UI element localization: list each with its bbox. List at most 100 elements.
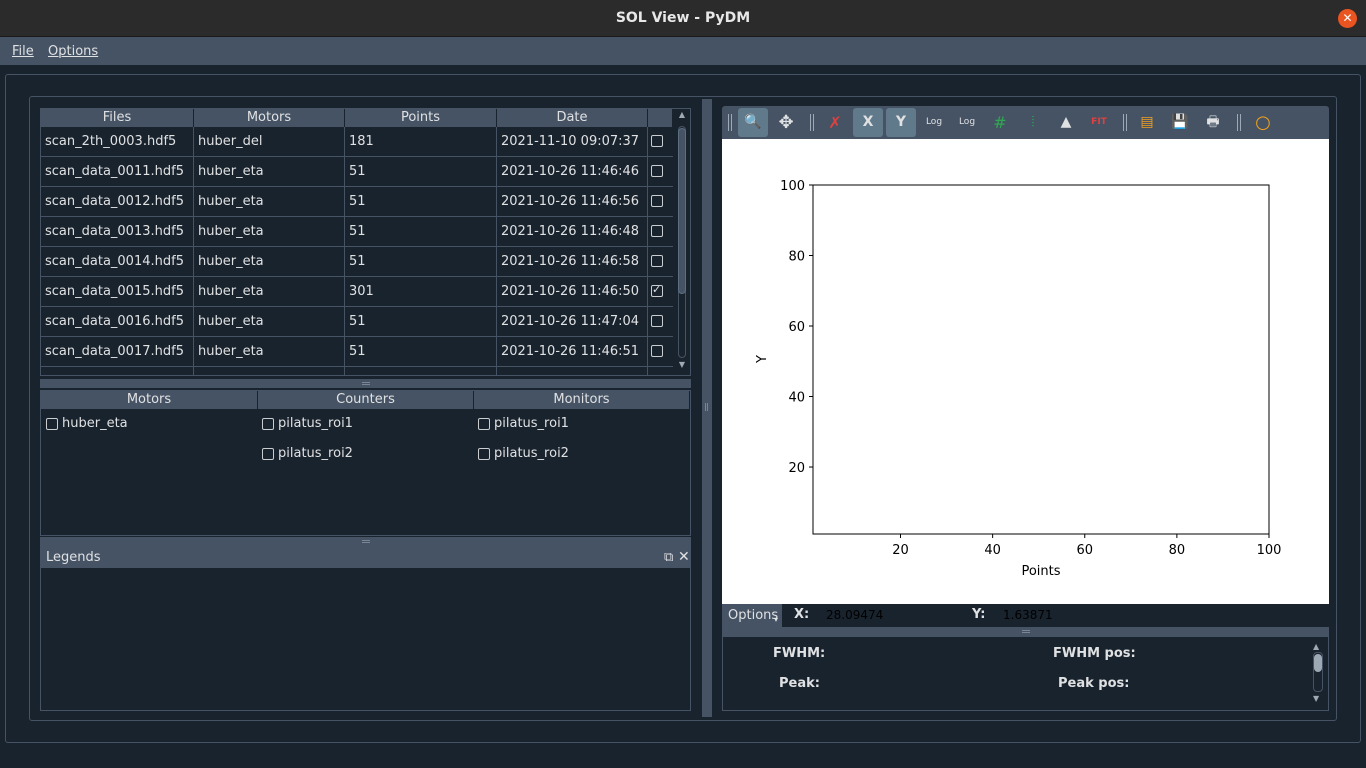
zoom-icon[interactable]: 🔍 (738, 108, 768, 137)
table-row[interactable]: scan_data_0017.hdf5 huber_eta 51 2021-10… (41, 337, 673, 367)
splitter-handle[interactable] (40, 537, 691, 546)
table-row[interactable]: scan_2th_0003.hdf5 huber_del 181 2021-11… (41, 127, 673, 157)
fit-scrollbar[interactable]: ▲ ▼ (1312, 642, 1324, 704)
motor-cell: huber_del (194, 127, 345, 157)
float-icon[interactable]: ⧉ (664, 547, 673, 568)
x-autoscale-icon[interactable]: X (853, 108, 883, 137)
y-tick-label: 60 (788, 320, 805, 335)
date-cell: 2021-10-26 11:46:56 (497, 187, 648, 217)
menu-bar: File Options (0, 37, 1366, 65)
splitter-handle[interactable] (722, 627, 1329, 636)
legends-dock: Legends ⧉ ✕ (40, 546, 691, 711)
points-cell: 51 (345, 217, 497, 247)
file-cell (41, 367, 194, 375)
fit-icon[interactable]: FIT (1084, 108, 1114, 137)
y-tick-label: 20 (788, 461, 805, 476)
column-header-counters[interactable]: Counters (258, 391, 474, 409)
column-header-select[interactable] (648, 109, 673, 127)
points-cell: 51 (345, 247, 497, 277)
status-bar: Options ▾ X: 28.09474 Y: 1.63871 (722, 604, 1329, 627)
row-checkbox[interactable] (651, 225, 663, 237)
scroll-up-icon[interactable]: ▲ (1313, 642, 1319, 651)
x-log-icon[interactable]: Log (919, 108, 949, 137)
files-scrollbar[interactable]: ▲ ▼ (675, 108, 689, 374)
motor-cell: huber_eta (194, 217, 345, 247)
column-header-date[interactable]: Date (497, 109, 648, 127)
y-log-icon[interactable]: Log (952, 108, 982, 137)
y-autoscale-icon[interactable]: Y (886, 108, 916, 137)
curve-style-icon[interactable]: ⦙ (1018, 108, 1048, 137)
row-checkbox[interactable] (651, 315, 663, 327)
plot-frame (812, 184, 1270, 535)
scroll-handle[interactable] (678, 128, 686, 294)
copy-icon[interactable]: ▤ (1132, 108, 1162, 137)
main-splitter[interactable] (702, 99, 712, 717)
close-icon[interactable]: ✕ (1338, 9, 1357, 28)
gaussian-icon[interactable]: ▲ (1051, 108, 1081, 137)
motor-cell: huber_eta (194, 277, 345, 307)
scroll-handle[interactable] (1314, 654, 1322, 672)
options-button[interactable]: Options ▾ (722, 604, 782, 627)
row-checkbox[interactable] (651, 165, 663, 177)
toolbar-separator (810, 114, 814, 131)
y-tick-label: 80 (788, 250, 805, 265)
y-coord-value: 1.63871 (1003, 606, 1133, 624)
menu-file[interactable]: File (12, 44, 34, 59)
plot-toolbar: 🔍 ✥ ✗ X Y Log Log # ⦙ ▲ FIT ▤ 💾 🖶 ○ (722, 106, 1329, 139)
print-icon[interactable]: 🖶 (1198, 108, 1228, 137)
close-icon[interactable]: ✕ (678, 547, 690, 568)
scroll-up-icon[interactable]: ▲ (677, 110, 687, 119)
column-header-files[interactable]: Files (41, 109, 194, 127)
points-cell: 51 (345, 307, 497, 337)
x-tick-label: 60 (1076, 543, 1093, 558)
column-header-motors[interactable]: Motors (194, 109, 345, 127)
scroll-down-icon[interactable]: ▼ (677, 360, 687, 369)
row-checkbox[interactable] (651, 135, 663, 147)
reset-zoom-icon[interactable]: ✗ (820, 108, 850, 137)
row-checkbox[interactable] (651, 345, 663, 357)
x-tick-label: 40 (984, 543, 1001, 558)
counter-label: pilatus_roi1 (278, 416, 353, 431)
counter-checkbox[interactable] (262, 418, 274, 430)
pan-icon[interactable]: ✥ (771, 108, 801, 137)
table-row[interactable]: scan_data_0016.hdf5 huber_eta 51 2021-10… (41, 307, 673, 337)
roi-icon[interactable]: ○ (1248, 108, 1278, 137)
date-cell: 2021-10-26 11:46:46 (497, 157, 648, 187)
row-checkbox[interactable] (651, 255, 663, 267)
column-header-motors[interactable]: Motors (41, 391, 258, 409)
table-row[interactable]: scan_data_0014.hdf5 huber_eta 51 2021-10… (41, 247, 673, 277)
date-cell: 2021-10-26 11:47:04 (497, 307, 648, 337)
file-cell: scan_data_0012.hdf5 (41, 187, 194, 217)
points-cell: 51 (345, 187, 497, 217)
menu-options[interactable]: Options (48, 44, 98, 59)
date-cell: 2021-11-10 09:07:37 (497, 127, 648, 157)
column-header-points[interactable]: Points (345, 109, 497, 127)
table-row[interactable]: scan_data_0012.hdf5 huber_eta 51 2021-10… (41, 187, 673, 217)
motor-cell (194, 367, 345, 375)
scroll-down-icon[interactable]: ▼ (1313, 694, 1319, 703)
plot-area[interactable]: 20 40 60 80 100 20 40 60 80 100 Points Y (722, 139, 1329, 604)
motor-label: huber_eta (62, 416, 128, 431)
monitor-checkbox[interactable] (478, 448, 490, 460)
table-row[interactable]: scan_data_0015.hdf5 huber_eta 301 2021-1… (41, 277, 673, 307)
points-cell: 51 (345, 337, 497, 367)
plot-canvas[interactable]: 20 40 60 80 100 20 40 60 80 100 Points Y (722, 139, 1329, 604)
monitor-label: pilatus_roi1 (494, 416, 569, 431)
title-bar: SOL View - PyDM ✕ (0, 0, 1366, 37)
row-checkbox-checked[interactable] (651, 283, 663, 297)
grid-icon[interactable]: # (985, 108, 1015, 137)
signals-table: Motors Counters Monitors huber_eta pilat… (40, 390, 691, 536)
monitor-checkbox[interactable] (478, 418, 490, 430)
counter-checkbox[interactable] (262, 448, 274, 460)
peak-pos-label: Peak pos: (1058, 676, 1130, 691)
splitter-handle[interactable] (40, 379, 691, 388)
file-cell: scan_data_0017.hdf5 (41, 337, 194, 367)
table-row[interactable]: scan_data_0013.hdf5 huber_eta 51 2021-10… (41, 217, 673, 247)
motor-cell: huber_eta (194, 157, 345, 187)
row-checkbox[interactable] (651, 195, 663, 207)
table-row-partial[interactable] (41, 367, 673, 375)
motor-checkbox[interactable] (46, 418, 58, 430)
column-header-monitors[interactable]: Monitors (474, 391, 690, 409)
save-icon[interactable]: 💾 (1165, 108, 1195, 137)
table-row[interactable]: scan_data_0011.hdf5 huber_eta 51 2021-10… (41, 157, 673, 187)
